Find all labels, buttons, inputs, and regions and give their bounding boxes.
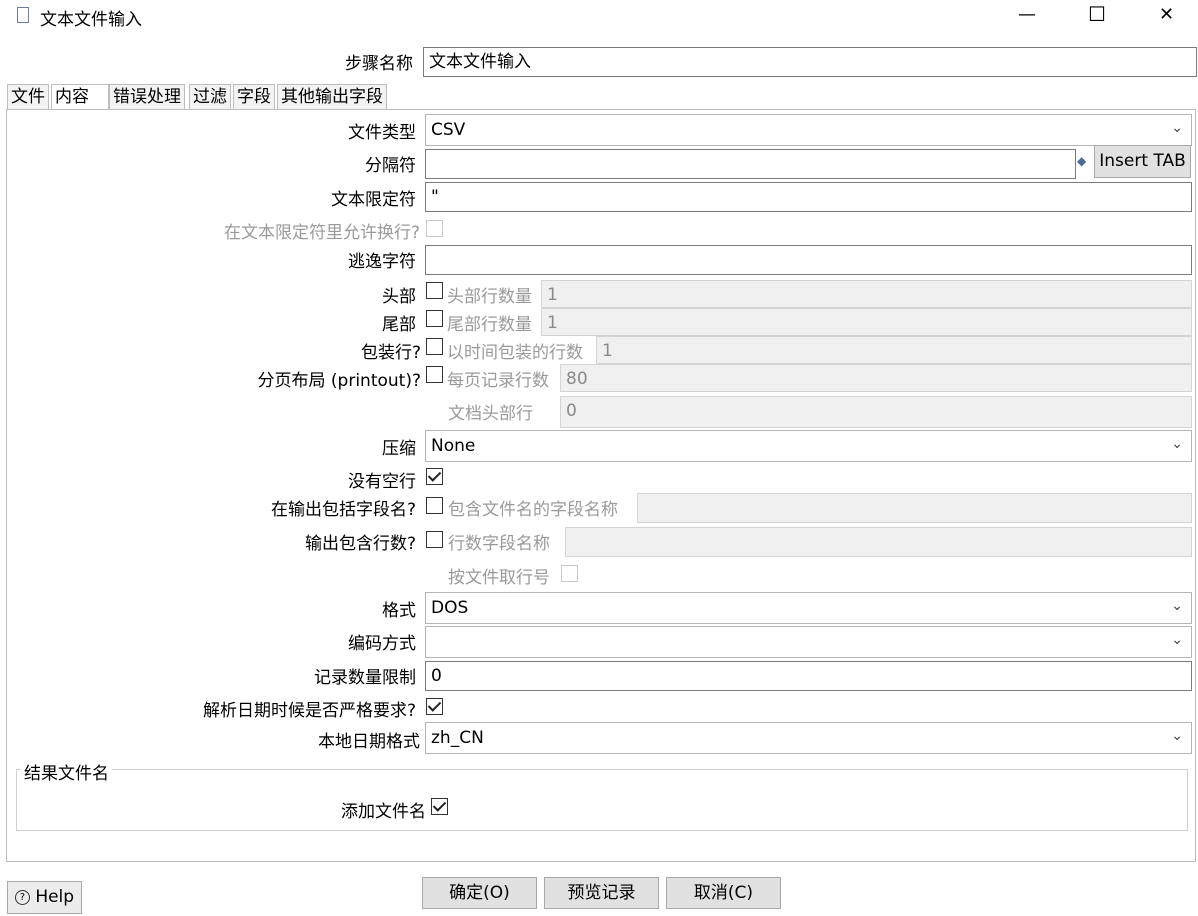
file-type-value: CSV <box>431 120 466 140</box>
encoding-select[interactable]: ⌄ <box>425 626 1192 658</box>
format-label: 格式 <box>382 601 416 621</box>
strict-date-label: 解析日期时候是否严格要求? <box>202 701 416 721</box>
include-rownum-label: 输出包含行数? <box>304 534 416 554</box>
include-filename-checkbox[interactable] <box>426 497 443 514</box>
locale-select[interactable]: zh_CN ⌄ <box>425 722 1192 754</box>
no-empty-lines-label: 没有空行 <box>348 472 416 492</box>
locale-label: 本地日期格式 <box>318 732 420 752</box>
minimize-button[interactable]: — <box>1018 4 1036 25</box>
chevron-down-icon: ⌄ <box>1171 728 1183 744</box>
paging-checkbox[interactable] <box>426 366 443 383</box>
window-title: 文本文件输入 <box>40 10 142 30</box>
result-filename-group <box>16 769 1188 831</box>
allow-breaks-label: 在文本限定符里允许换行? <box>223 223 420 243</box>
chevron-down-icon: ⌄ <box>1171 598 1183 614</box>
wrap-rows-label: 以时间包装的行数 <box>447 343 583 363</box>
variable-icon: ◆ <box>1077 154 1087 168</box>
allow-breaks-checkbox[interactable] <box>426 220 443 237</box>
paging-label: 分页布局 (printout)? <box>257 371 421 391</box>
tab-fields[interactable]: 字段 <box>233 84 275 110</box>
insert-tab-button[interactable]: Insert TAB <box>1094 145 1191 178</box>
add-filename-checkbox[interactable] <box>431 798 448 815</box>
footer-label: 尾部 <box>382 315 416 335</box>
include-rownum-checkbox[interactable] <box>426 531 443 548</box>
help-label: Help <box>35 887 75 907</box>
filename-field-label: 包含文件名的字段名称 <box>448 500 618 520</box>
step-name-label: 步骤名称 <box>345 54 413 74</box>
help-button[interactable]: ? Help <box>7 881 82 914</box>
add-filename-label: 添加文件名 <box>341 802 426 822</box>
footer-rows-label: 尾部行数量 <box>447 315 532 335</box>
document-icon <box>17 7 29 23</box>
escape-input[interactable] <box>425 245 1192 275</box>
include-filename-label: 在输出包括字段名? <box>270 500 416 520</box>
enclosure-label: 文本限定符 <box>331 190 416 210</box>
no-empty-lines-checkbox[interactable] <box>426 468 443 485</box>
compression-label: 压缩 <box>382 439 416 459</box>
wrap-checkbox[interactable] <box>426 338 443 355</box>
format-value: DOS <box>431 598 469 618</box>
compression-select[interactable]: None ⌄ <box>425 430 1192 462</box>
title-bar: 文本文件输入 — ☐ ✕ <box>0 0 1198 34</box>
rownum-by-file-checkbox[interactable] <box>561 565 578 582</box>
format-select[interactable]: DOS ⌄ <box>425 592 1192 624</box>
strict-date-checkbox[interactable] <box>426 698 443 715</box>
tab-error-handling[interactable]: 错误处理 <box>109 84 185 110</box>
rownum-by-file-label: 按文件取行号 <box>448 568 550 588</box>
header-rows-label: 头部行数量 <box>447 287 532 307</box>
result-filename-title: 结果文件名 <box>21 759 112 784</box>
doc-header-input[interactable]: 0 <box>560 396 1192 428</box>
chevron-down-icon: ⌄ <box>1171 120 1183 136</box>
step-name-input[interactable]: 文本文件输入 <box>423 47 1197 77</box>
cancel-button[interactable]: 取消(C) <box>666 877 781 909</box>
preview-button[interactable]: 预览记录 <box>544 877 659 909</box>
rows-per-page-input[interactable]: 80 <box>560 364 1192 392</box>
rownum-field-label: 行数字段名称 <box>448 534 550 554</box>
escape-label: 逃逸字符 <box>348 252 416 272</box>
header-rows-input[interactable]: 1 <box>541 280 1192 308</box>
separator-label: 分隔符 <box>365 156 416 176</box>
wrap-label: 包装行? <box>360 343 421 363</box>
separator-input[interactable] <box>425 149 1076 179</box>
maximize-button[interactable]: ☐ <box>1088 2 1106 26</box>
encoding-label: 编码方式 <box>348 634 416 654</box>
ok-button[interactable]: 确定(O) <box>422 877 537 909</box>
file-type-label: 文件类型 <box>348 123 416 143</box>
header-label: 头部 <box>382 287 416 307</box>
close-button[interactable]: ✕ <box>1159 4 1174 25</box>
doc-header-label: 文档头部行 <box>448 404 533 424</box>
locale-value: zh_CN <box>431 728 484 748</box>
rows-per-page-label: 每页记录行数 <box>447 371 549 391</box>
rownum-field-input[interactable] <box>565 527 1192 557</box>
chevron-down-icon: ⌄ <box>1171 632 1183 648</box>
wrap-rows-input[interactable]: 1 <box>596 336 1192 364</box>
tab-filter[interactable]: 过滤 <box>189 84 231 110</box>
footer-rows-input[interactable]: 1 <box>541 308 1192 336</box>
compression-value: None <box>431 436 476 456</box>
tab-other-output-fields[interactable]: 其他输出字段 <box>277 84 387 110</box>
file-type-select[interactable]: CSV ⌄ <box>425 114 1192 146</box>
limit-label: 记录数量限制 <box>314 668 416 688</box>
limit-input[interactable]: 0 <box>425 661 1192 691</box>
footer-checkbox[interactable] <box>426 310 443 327</box>
tab-file[interactable]: 文件 <box>7 84 49 110</box>
help-icon: ? <box>14 889 30 905</box>
tab-content[interactable]: 内容 <box>51 84 109 110</box>
header-checkbox[interactable] <box>426 282 443 299</box>
enclosure-input[interactable]: " <box>425 182 1192 212</box>
filename-field-input[interactable] <box>637 493 1192 523</box>
chevron-down-icon: ⌄ <box>1171 436 1183 452</box>
